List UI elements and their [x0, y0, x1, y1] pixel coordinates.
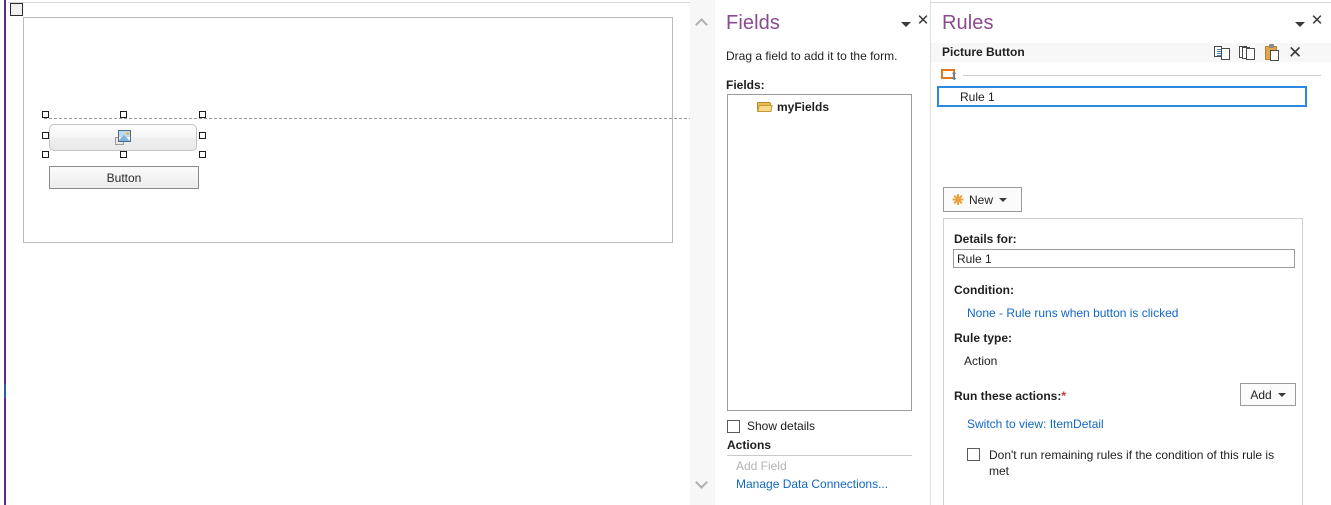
rule-details-group: Details for: Condition: None - Rule runs…: [943, 218, 1303, 505]
rules-context-label: Picture Button: [942, 45, 1025, 59]
dont-run-remaining-rules-checkbox[interactable]: [967, 448, 980, 461]
rules-listbox[interactable]: Rule 1: [937, 86, 1307, 107]
copy-rule-button[interactable]: [1213, 43, 1232, 62]
canvas-vertical-scrollbar[interactable]: [690, 0, 716, 505]
run-these-actions-label: Run these actions:*: [954, 389, 1066, 403]
dont-run-remaining-rules-row[interactable]: Don't run remaining rules if the conditi…: [967, 447, 1287, 479]
close-x-icon: ✕: [1288, 43, 1303, 62]
run-these-actions-text: Run these actions:: [954, 389, 1062, 403]
condition-link[interactable]: None - Rule runs when button is clicked: [967, 306, 1178, 320]
dont-run-remaining-rules-label: Don't run remaining rules if the conditi…: [989, 448, 1275, 478]
rule-name-input[interactable]: [953, 249, 1295, 268]
selection-handle-top-left[interactable]: [42, 111, 49, 118]
copy-all-rules-button[interactable]: [1238, 43, 1257, 62]
fields-task-pane: Fields ✕ Drag a field to add it to the f…: [715, 0, 931, 505]
layout-guide-line: [44, 118, 697, 119]
required-marker: *: [1061, 389, 1067, 403]
selection-handle-bottom-right[interactable]: [199, 151, 206, 158]
condition-label: Condition:: [954, 283, 1014, 297]
chevron-down-icon[interactable]: [1277, 392, 1286, 397]
rule-column-icon: ↧: [941, 69, 958, 83]
selection-handle-middle-right[interactable]: [199, 132, 206, 139]
rules-pane-close-icon[interactable]: ✕: [1310, 13, 1324, 28]
selection-handle-top-right[interactable]: [199, 111, 206, 118]
fields-pane-close-icon[interactable]: ✕: [916, 13, 930, 28]
fields-tree-listbox[interactable]: myFields: [727, 94, 912, 411]
form-layout-table[interactable]: Button: [23, 17, 697, 243]
form-design-canvas[interactable]: Button: [0, 0, 697, 505]
button-control-label: Button: [106, 170, 142, 185]
selection-handle-bottom-center[interactable]: [120, 151, 127, 158]
table-select-handle[interactable]: [10, 3, 23, 16]
fields-pane-title: Fields: [726, 12, 780, 34]
show-details-checkbox[interactable]: [727, 419, 740, 433]
delete-rule-button[interactable]: ✕: [1288, 43, 1307, 62]
rules-list-item[interactable]: Rule 1: [960, 90, 995, 104]
show-details-label: Show details: [747, 419, 816, 433]
fields-tree-node-label: myFields: [777, 100, 830, 114]
view-left-accent-bar: [4, 0, 6, 505]
show-details-row[interactable]: Show details: [727, 419, 815, 433]
action-item-link[interactable]: Switch to view: ItemDetail: [967, 417, 1104, 431]
fields-list-label: Fields:: [726, 78, 765, 92]
rules-column-divider: [963, 75, 1321, 76]
rules-pane-title: Rules: [942, 12, 994, 34]
fields-actions-heading: Actions: [727, 438, 772, 452]
picture-button-control[interactable]: [49, 124, 197, 151]
button-control[interactable]: Button: [49, 166, 199, 189]
rules-pane-top-divider: [931, 2, 1331, 3]
fields-actions-divider: [727, 455, 912, 456]
add-action-button-label: Add: [1250, 387, 1272, 402]
sparkle-icon: [952, 194, 963, 205]
manage-data-connections-link[interactable]: Manage Data Connections...: [736, 477, 888, 491]
rules-pane-chevron-down-icon[interactable]: [1295, 22, 1305, 27]
fields-tree-node-myfields[interactable]: myFields: [757, 100, 829, 114]
picture-icon: [115, 130, 131, 145]
fields-pane-hint: Drag a field to add it to the form.: [726, 49, 898, 63]
selection-handle-middle-left[interactable]: [42, 132, 49, 139]
new-rule-button-label: New: [969, 192, 994, 207]
chevron-up-icon[interactable]: [697, 18, 708, 29]
add-field-action: Add Field: [736, 459, 787, 473]
paste-rule-button[interactable]: [1263, 43, 1282, 62]
details-for-label: Details for:: [954, 232, 1017, 246]
folder-icon: [757, 101, 773, 113]
view-left-accent-marker: [4, 384, 6, 398]
selection-handle-bottom-left[interactable]: [42, 151, 49, 158]
chevron-down-icon[interactable]: [697, 478, 708, 489]
rule-type-label: Rule type:: [954, 331, 1013, 345]
rule-type-value: Action: [964, 354, 998, 368]
chevron-down-icon[interactable]: [999, 197, 1008, 202]
new-rule-button[interactable]: New: [943, 187, 1022, 212]
fields-pane-chevron-down-icon[interactable]: [901, 22, 911, 27]
canvas-top-divider: [8, 2, 690, 3]
add-action-button[interactable]: Add: [1240, 383, 1296, 406]
selection-handle-top-center[interactable]: [120, 111, 127, 118]
